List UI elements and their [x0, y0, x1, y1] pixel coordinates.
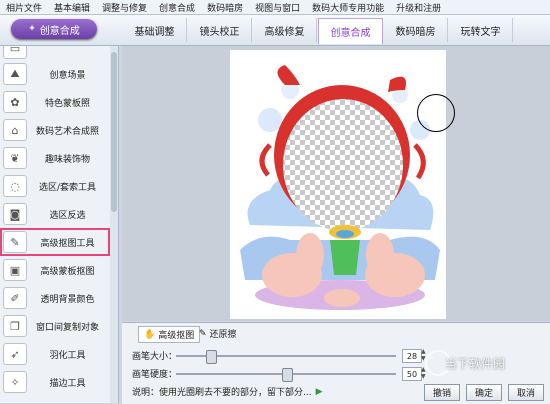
baby-illustration [240, 65, 440, 310]
instruction-text: 说明：使用光圈刷去不要的部分，留下部分... ▶ [132, 385, 323, 399]
creative-compose-label: 创意合成 [39, 25, 80, 37]
tab-creative-compose[interactable]: 创意合成 [318, 18, 383, 44]
sidebar-item-digital-art[interactable]: ⌂ 数码艺术合成照 [2, 118, 108, 142]
sidebar-item-label: 选区/套索工具 [38, 182, 97, 193]
bow-icon: ❦ [3, 147, 27, 169]
sidebar-item-label: 高级抠图工具 [40, 238, 95, 249]
copy-window-icon: ❐ [3, 315, 27, 337]
brush-hardness-slider[interactable] [176, 368, 396, 382]
creative-icon: ✦ [28, 24, 36, 34]
photo-icon: ▭ [3, 46, 27, 59]
tab-label: 高级抠图 [158, 331, 195, 341]
menu-darkroom[interactable]: 数码暗房 [201, 1, 249, 14]
tab-lens-correction[interactable]: 镜头校正 [188, 18, 252, 42]
sidebar-item-creative-scene[interactable]: ⛰ 创意场景 [2, 62, 108, 86]
brush-size-knob[interactable] [206, 350, 217, 364]
star-icon: ✧ [3, 371, 27, 393]
brush-hardness-value[interactable]: 50 [402, 367, 422, 381]
watermark-text: 当下软件园 [445, 357, 506, 371]
sidebar-item-label: 透明背景颜色 [40, 294, 95, 305]
sidebar-item-label: 创意场景 [49, 70, 86, 81]
sidebar-scroll-thumb[interactable] [111, 52, 117, 212]
sidebar-item-label: 窗口间复制对象 [35, 322, 99, 333]
tab-label: 还原擦 [209, 330, 237, 340]
sidebar-item-label: 趣味装饰物 [44, 154, 90, 165]
sidebar-item-advanced-cutout[interactable]: ✎ 高级抠图工具 [0, 228, 110, 256]
undo-button[interactable]: 撤销 [424, 384, 460, 401]
menu-creative[interactable]: 创意合成 [153, 1, 201, 14]
sidebar-item-invert-selection[interactable]: ◙ 选区反选 [2, 202, 108, 226]
mask-icon: ▣ [3, 259, 27, 281]
sidebar-item-label: 羽化工具 [49, 350, 86, 361]
creative-compose-button[interactable]: ✦ 创意合成 [11, 19, 97, 39]
menu-file[interactable]: 相片文件 [0, 1, 48, 14]
pen-icon: ✐ [3, 287, 27, 309]
sidebar-item-mask-cutout[interactable]: ▣ 高级蒙板抠图 [2, 258, 108, 282]
sidebar-item-lasso[interactable]: ◌ 选区/套索工具 [2, 174, 108, 198]
brush-size-slider[interactable] [176, 350, 396, 364]
menu-view-window[interactable]: 视图与窗口 [249, 1, 306, 14]
tab-advanced-cutout[interactable]: ✋ 高级抠图 [138, 326, 201, 343]
tab-darkroom[interactable]: 数码暗房 [384, 18, 448, 42]
sidebar-item-transparent-bg[interactable]: ✐ 透明背景颜色 [2, 286, 108, 310]
sidebar-item-label: 高级蒙板抠图 [40, 266, 95, 277]
sidebar-item-label: 数码艺术合成照 [35, 126, 99, 137]
brush-icon: ✎ [3, 231, 27, 253]
photo-canvas[interactable] [230, 50, 446, 319]
tab-text-fun[interactable]: 玩转文字 [449, 18, 513, 42]
menu-bar: 相片文件 基本编辑 调整与修复 创意合成 数码暗房 视图与窗口 数码大师专用功能… [0, 0, 550, 15]
lasso-icon: ◌ [3, 175, 27, 197]
brush-size-value[interactable]: 28 [402, 349, 422, 363]
sidebar-item-label: 选区反选 [49, 210, 86, 221]
function-tabs: 基础调整 镜头校正 高级修复 创意合成 数码暗房 玩转文字 [123, 18, 514, 44]
play-icon[interactable]: ▶ [316, 387, 323, 397]
instruction-label: 说明：使用光圈刷去不要的部分，留下部分... [132, 388, 312, 398]
tab-advanced-repair[interactable]: 高级修复 [253, 18, 317, 42]
frame-icon: ⌂ [3, 119, 27, 141]
sidebar-item-label: 描边工具 [49, 378, 86, 389]
sidebar-item-partial[interactable]: ▭ [2, 46, 108, 60]
confirm-button[interactable]: 确定 [466, 384, 502, 401]
cancel-button[interactable]: 取消 [508, 384, 544, 401]
sidebar-item-feather[interactable]: ➶ 羽化工具 [2, 342, 108, 366]
feather-icon: ➶ [3, 343, 27, 365]
tab-basic-adjust[interactable]: 基础调整 [123, 18, 187, 42]
top-toolbar: ✦ 创意合成 基础调整 镜头校正 高级修复 创意合成 数码暗房 玩转文字 [0, 15, 550, 46]
cutout-brush-icon: ✋ [144, 329, 156, 340]
invert-selection-icon: ◙ [3, 203, 27, 225]
tool-sidebar: ▭ ⛰ 创意场景 ✿ 特色蒙板照 ⌂ 数码艺术合成照 ❦ 趣味装饰物 ◌ 选区/… [0, 46, 119, 403]
brush-size-label: 画笔大小： [132, 352, 178, 362]
sidebar-item-copy-object[interactable]: ❐ 窗口间复制对象 [2, 314, 108, 338]
sidebar-item-mask-photo[interactable]: ✿ 特色蒙板照 [2, 90, 108, 114]
brush-hardness-label: 画笔硬度： [132, 370, 178, 380]
sidebar-item-label: 特色蒙板照 [44, 98, 90, 109]
eraser-icon: ✎ [199, 328, 207, 339]
canvas-area [122, 46, 550, 321]
brush-hardness-knob[interactable] [282, 368, 293, 382]
menu-adjust-repair[interactable]: 调整与修复 [96, 1, 153, 14]
menu-upgrade-register[interactable]: 升级和注册 [390, 1, 447, 14]
menu-master-functions[interactable]: 数码大师专用功能 [306, 1, 390, 14]
sidebar-item-stroke[interactable]: ✧ 描边工具 [2, 370, 108, 394]
menu-basic-edit[interactable]: 基本编辑 [48, 1, 96, 14]
brush-cursor [417, 94, 455, 132]
flower-icon: ✿ [3, 91, 27, 113]
sidebar-item-decorations[interactable]: ❦ 趣味装饰物 [2, 146, 108, 170]
landscape-icon: ⛰ [3, 63, 27, 85]
tab-restore-eraser[interactable]: ✎ 还原擦 [194, 326, 242, 341]
